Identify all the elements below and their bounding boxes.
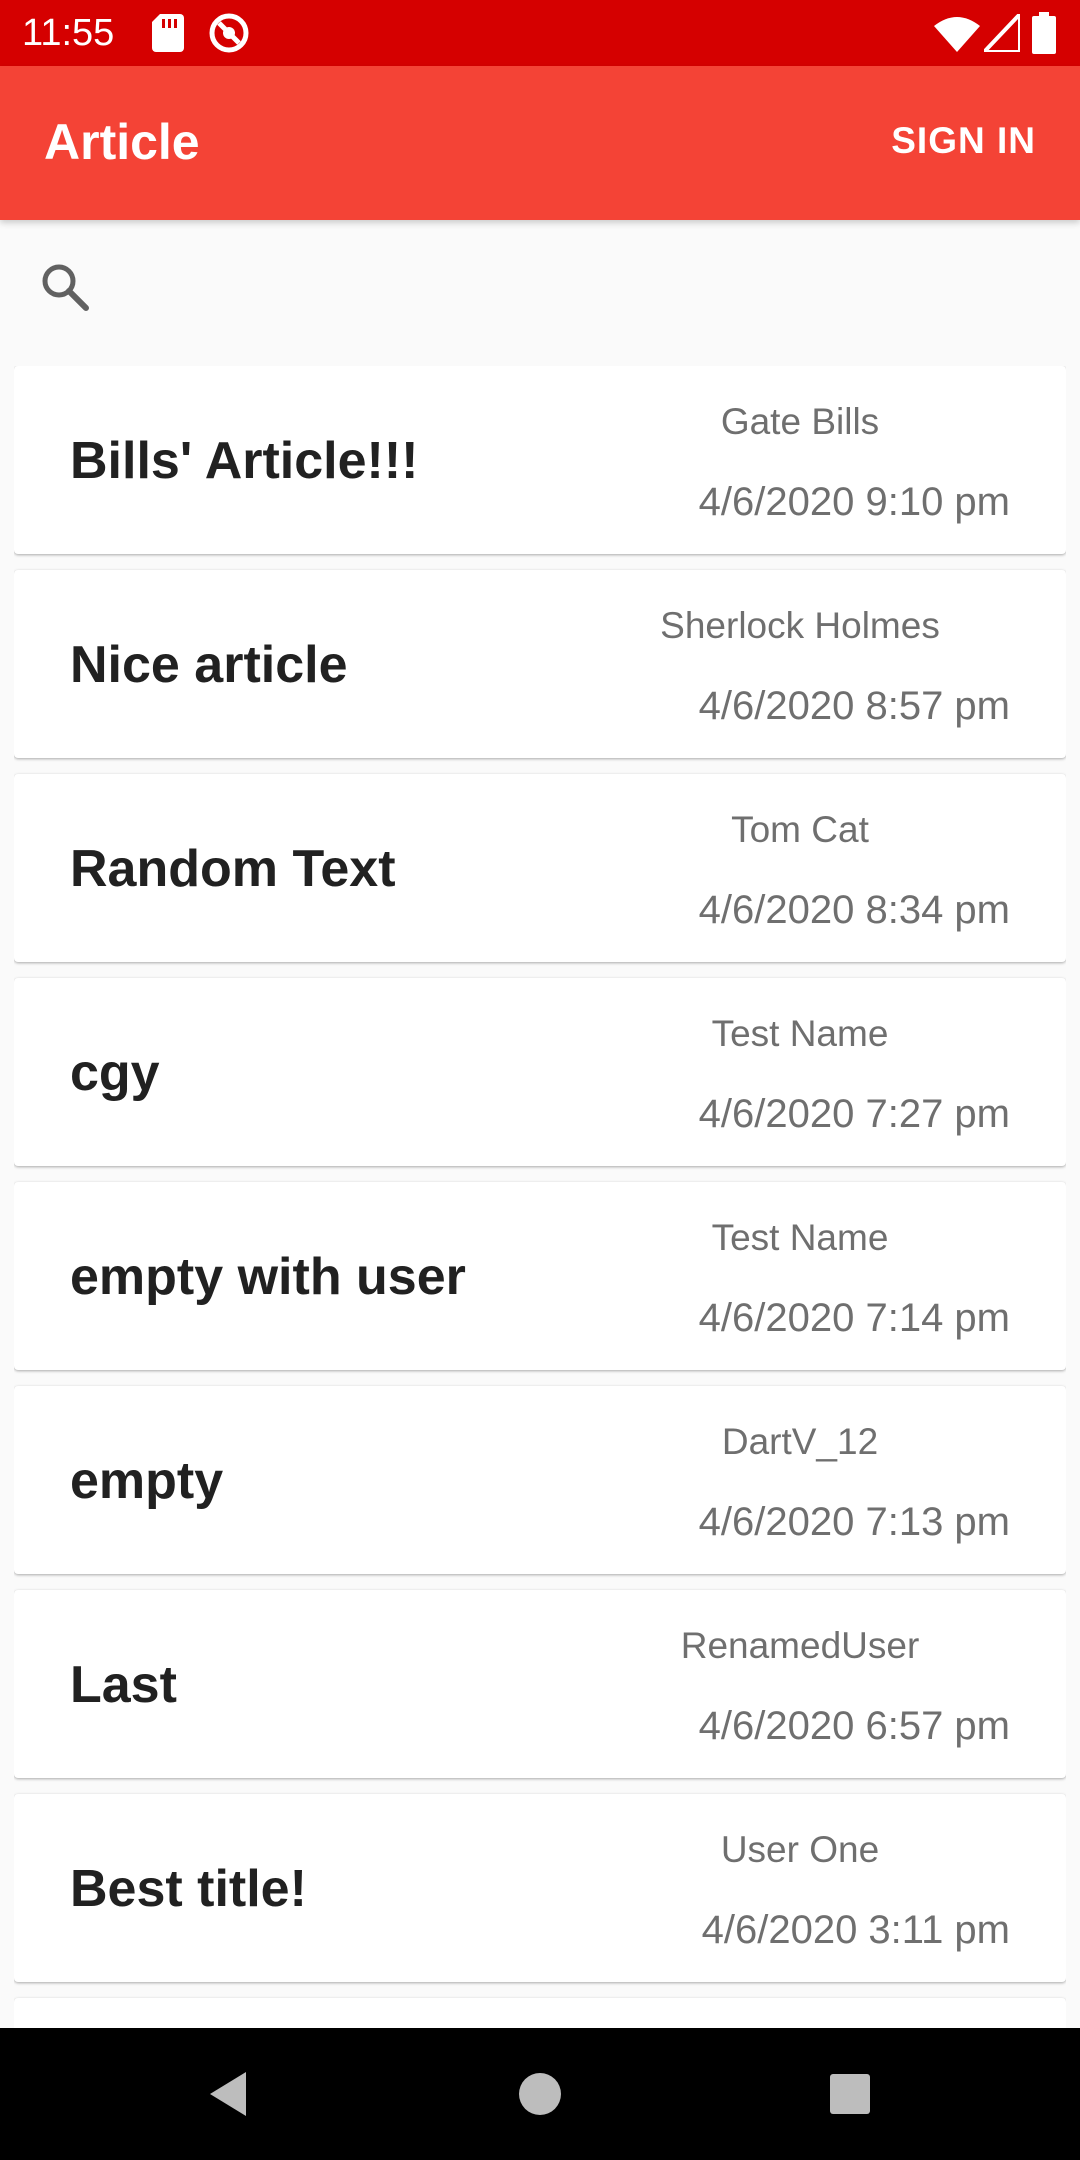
article-date: 4/6/2020 3:11 pm <box>701 1908 1010 1952</box>
wifi-icon <box>934 16 980 57</box>
app-bar: Article SIGN IN <box>0 66 1080 220</box>
article-title: empty with user <box>70 1248 466 1306</box>
article-author: Tom Cat <box>731 809 869 850</box>
status-time: 11:55 <box>22 12 115 54</box>
article-date: 4/6/2020 7:14 pm <box>698 1296 1010 1340</box>
article-date: 4/6/2020 7:27 pm <box>698 1092 1010 1136</box>
article-author: DartV_12 <box>721 1421 879 1462</box>
article-author: User One <box>720 1829 880 1870</box>
article-card[interactable]: Bills' Article!!! Gate Bills 4/6/2020 9:… <box>14 366 1066 554</box>
article-card-partial[interactable] <box>14 1998 1066 2028</box>
article-card[interactable]: Best title! User One 4/6/2020 3:11 pm <box>14 1794 1066 1982</box>
article-date: 4/6/2020 6:57 pm <box>698 1704 1010 1748</box>
article-card[interactable]: empty DartV_12 4/6/2020 7:13 pm <box>14 1386 1066 1574</box>
recents-icon[interactable] <box>820 2064 880 2124</box>
status-bar: 11:55 <box>0 0 1080 66</box>
article-list[interactable]: Bills' Article!!! Gate Bills 4/6/2020 9:… <box>14 366 1066 2028</box>
home-icon[interactable] <box>510 2064 570 2124</box>
page-title: Article <box>44 114 200 170</box>
article-author: Test Name <box>711 1013 889 1054</box>
article-title: Last <box>70 1656 177 1714</box>
do-not-disturb-icon <box>208 12 250 59</box>
search-icon[interactable] <box>38 260 92 314</box>
signal-icon <box>979 8 1022 57</box>
sign-in-button[interactable]: SIGN IN <box>881 116 1046 166</box>
article-author: Sherlock Holmes <box>660 605 940 646</box>
search-bar <box>0 220 1080 360</box>
article-card[interactable]: Random Text Tom Cat 4/6/2020 8:34 pm <box>14 774 1066 962</box>
article-card[interactable]: empty with user Test Name 4/6/2020 7:14 … <box>14 1182 1066 1370</box>
article-date: 4/6/2020 7:13 pm <box>698 1500 1010 1544</box>
article-card[interactable]: Nice article Sherlock Holmes 4/6/2020 8:… <box>14 570 1066 758</box>
back-icon[interactable] <box>200 2064 260 2124</box>
sd-card-icon <box>152 14 184 57</box>
article-title: Random Text <box>70 840 396 898</box>
article-author: RenamedUser <box>680 1625 920 1666</box>
navigation-bar <box>0 2028 1080 2160</box>
article-title: empty <box>70 1452 224 1510</box>
article-date: 4/6/2020 8:34 pm <box>698 888 1010 932</box>
article-title: Best title! <box>70 1860 307 1918</box>
article-card[interactable]: cgy Test Name 4/6/2020 7:27 pm <box>14 978 1066 1166</box>
article-title: Bills' Article!!! <box>70 432 419 490</box>
article-title: Nice article <box>70 636 348 694</box>
article-author: Test Name <box>711 1217 889 1258</box>
article-author: Gate Bills <box>720 401 880 442</box>
article-date: 4/6/2020 9:10 pm <box>698 480 1010 524</box>
battery-icon <box>1032 12 1056 59</box>
article-card[interactable]: Last RenamedUser 4/6/2020 6:57 pm <box>14 1590 1066 1778</box>
article-title: cgy <box>70 1044 160 1102</box>
article-date: 4/6/2020 8:57 pm <box>698 684 1010 728</box>
